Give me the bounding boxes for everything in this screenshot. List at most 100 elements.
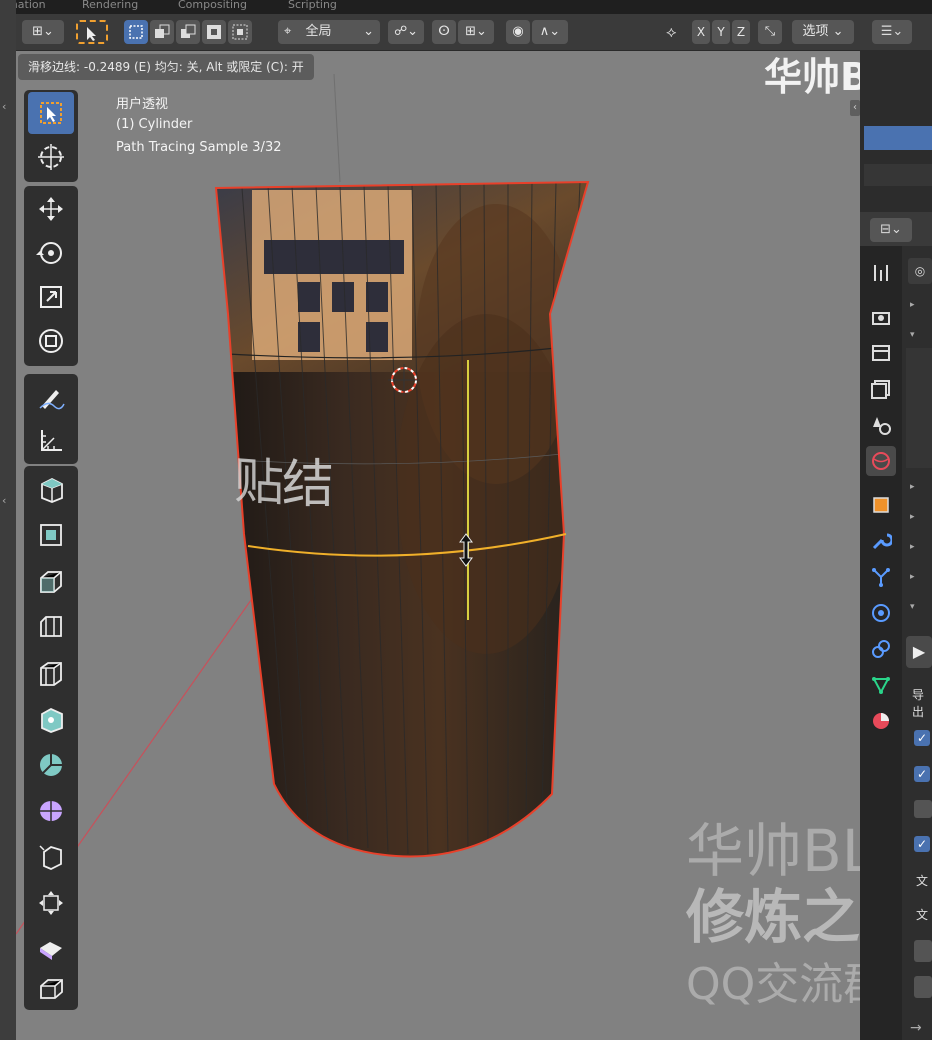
tool-smooth[interactable] bbox=[28, 836, 74, 878]
checkbox[interactable]: ✓ bbox=[914, 766, 930, 782]
workspace-tab[interactable]: Rendering bbox=[82, 0, 138, 11]
outliner-row[interactable] bbox=[864, 164, 932, 186]
outliner-display-mode-dropdown[interactable]: ☰⌄ bbox=[872, 20, 912, 44]
falloff-dropdown[interactable]: ∧⌄ bbox=[532, 20, 568, 44]
export-label: 导出 bbox=[912, 688, 925, 719]
select-intersect-button[interactable] bbox=[228, 20, 252, 44]
tool-edge-slide[interactable] bbox=[28, 882, 74, 924]
view-name: 用户透视 bbox=[116, 97, 169, 112]
mirror-x-button[interactable]: X bbox=[692, 20, 710, 44]
tab-material[interactable] bbox=[866, 706, 896, 736]
panel-expand-icon[interactable]: ▾ bbox=[910, 602, 915, 612]
scene-render bbox=[16, 73, 590, 935]
panel-expand-icon[interactable]: ▸ bbox=[910, 300, 915, 310]
tool-shear[interactable] bbox=[28, 966, 74, 1008]
wrench-icon bbox=[872, 533, 892, 550]
bevel-icon bbox=[40, 616, 62, 637]
tab-world[interactable] bbox=[866, 446, 896, 476]
select-mode-button[interactable] bbox=[76, 20, 108, 44]
tool-inset-faces[interactable] bbox=[28, 560, 74, 602]
extrude-icon bbox=[40, 524, 62, 546]
tool-measure[interactable] bbox=[28, 420, 74, 462]
tool-add-cube[interactable] bbox=[28, 468, 74, 510]
mirror-z-button[interactable]: Z bbox=[732, 20, 750, 44]
checkbox[interactable]: ✓ bbox=[914, 730, 930, 746]
panel-expand-icon[interactable]: ▾ bbox=[910, 330, 915, 340]
tool-knife[interactable] bbox=[28, 698, 74, 740]
select-subtract-button[interactable] bbox=[176, 20, 200, 44]
tab-particles[interactable] bbox=[866, 562, 896, 592]
options-label: 选项 bbox=[802, 24, 829, 39]
play-button[interactable]: ▶ bbox=[906, 636, 932, 668]
tool-cursor[interactable] bbox=[28, 136, 74, 178]
measure-icon bbox=[41, 430, 62, 451]
tab-output[interactable] bbox=[866, 338, 896, 368]
tab-object[interactable] bbox=[866, 490, 896, 520]
tool-rotate[interactable] bbox=[28, 232, 74, 274]
panel-expand-icon[interactable]: ▸ bbox=[910, 482, 915, 492]
tab-constraints[interactable] bbox=[866, 634, 896, 664]
select-extend-button[interactable] bbox=[150, 20, 174, 44]
toolbar-group-transform bbox=[24, 186, 78, 366]
orientation-value: 全局 bbox=[305, 24, 332, 39]
chevron-down-icon: ⌄ bbox=[832, 24, 844, 39]
world-selector[interactable]: ◎ bbox=[908, 258, 932, 284]
shear-icon bbox=[40, 979, 63, 999]
properties-editor-dropdown[interactable]: ⊟⌄ bbox=[870, 218, 912, 242]
collapse-sidebar-icon[interactable]: ‹ bbox=[850, 100, 860, 116]
tab-render[interactable] bbox=[866, 302, 896, 332]
field-box[interactable] bbox=[914, 976, 932, 998]
outliner-row-selected[interactable] bbox=[864, 126, 932, 150]
mirror-y-button[interactable]: Y bbox=[712, 20, 730, 44]
workspace-tab[interactable]: Scripting bbox=[288, 0, 337, 11]
cursor-icon bbox=[38, 144, 64, 170]
select-invert-button[interactable] bbox=[202, 20, 226, 44]
texture-glyph: 结 bbox=[282, 455, 335, 515]
tool-shrink-fatten[interactable] bbox=[28, 928, 74, 970]
tab-physics[interactable] bbox=[866, 598, 896, 628]
tool-select-box[interactable] bbox=[28, 92, 74, 134]
tab-data[interactable] bbox=[866, 670, 896, 700]
tool-loop-cut[interactable] bbox=[28, 652, 74, 694]
tool-extrude-region[interactable] bbox=[28, 514, 74, 556]
mirror-icon[interactable]: ⟡ bbox=[666, 22, 677, 42]
3d-viewport[interactable]: 贴 结 用户透视 (1) Cylinder Path Tracing Sampl… bbox=[16, 14, 860, 1040]
panel-expand-icon[interactable]: ▸ bbox=[910, 542, 915, 552]
options-dropdown[interactable]: 选项 ⌄ bbox=[792, 20, 854, 44]
collapse-left-icon[interactable]: ‹ bbox=[2, 494, 6, 507]
tool-poly-build[interactable] bbox=[28, 744, 74, 786]
collapse-left-icon[interactable]: ‹ bbox=[2, 100, 6, 113]
arrow-right-icon[interactable]: → bbox=[910, 1020, 922, 1036]
snap-toggle[interactable]: ⵙ bbox=[432, 20, 456, 44]
field-box[interactable] bbox=[914, 800, 932, 818]
editor-type-button[interactable]: ⊞⌄ bbox=[22, 20, 64, 44]
tool-move[interactable] bbox=[28, 188, 74, 230]
wen-label: 文 bbox=[916, 908, 929, 922]
tool-bevel[interactable] bbox=[28, 606, 74, 648]
tab-view-layer[interactable] bbox=[866, 374, 896, 404]
tool-transform[interactable] bbox=[28, 320, 74, 362]
panel-expand-icon[interactable]: ▸ bbox=[910, 512, 915, 522]
output-icon bbox=[872, 345, 890, 361]
loop-cut-icon bbox=[40, 662, 62, 686]
transform-orientation-dropdown[interactable]: ⌖ 全局 ⌄ bbox=[278, 20, 380, 44]
workspace-tab[interactable]: Compositing bbox=[178, 0, 247, 11]
select-new-button[interactable] bbox=[124, 20, 148, 44]
tab-scene[interactable] bbox=[866, 410, 896, 440]
tab-modifiers[interactable] bbox=[866, 526, 896, 556]
tab-tool[interactable] bbox=[866, 258, 896, 288]
tool-spin[interactable] bbox=[28, 790, 74, 832]
proportional-edit-toggle[interactable]: ◉ bbox=[506, 20, 530, 44]
snap-target-dropdown[interactable]: ⊞⌄ bbox=[458, 20, 494, 44]
pivot-point-dropdown[interactable]: ☍⌄ bbox=[388, 20, 424, 44]
move-icon bbox=[39, 197, 63, 221]
tool-scale[interactable] bbox=[28, 276, 74, 318]
checkbox[interactable]: ✓ bbox=[914, 836, 930, 852]
wen-label: 文 bbox=[916, 874, 929, 888]
tool-annotate[interactable] bbox=[28, 376, 74, 418]
select-extend-icon bbox=[155, 24, 170, 38]
panel-expand-icon[interactable]: ▸ bbox=[910, 572, 915, 582]
field-box[interactable] bbox=[914, 940, 932, 962]
auto-merge-toggle[interactable]: ⤡ bbox=[758, 20, 782, 44]
viewport-header: ⊞⌄ ⌖ 全局 ⌄ ☍⌄ ⵙ ⊞⌄ ◉ ∧⌄ ⟡ X Y Z ⤡ 选项 ⌄ bbox=[16, 14, 860, 51]
